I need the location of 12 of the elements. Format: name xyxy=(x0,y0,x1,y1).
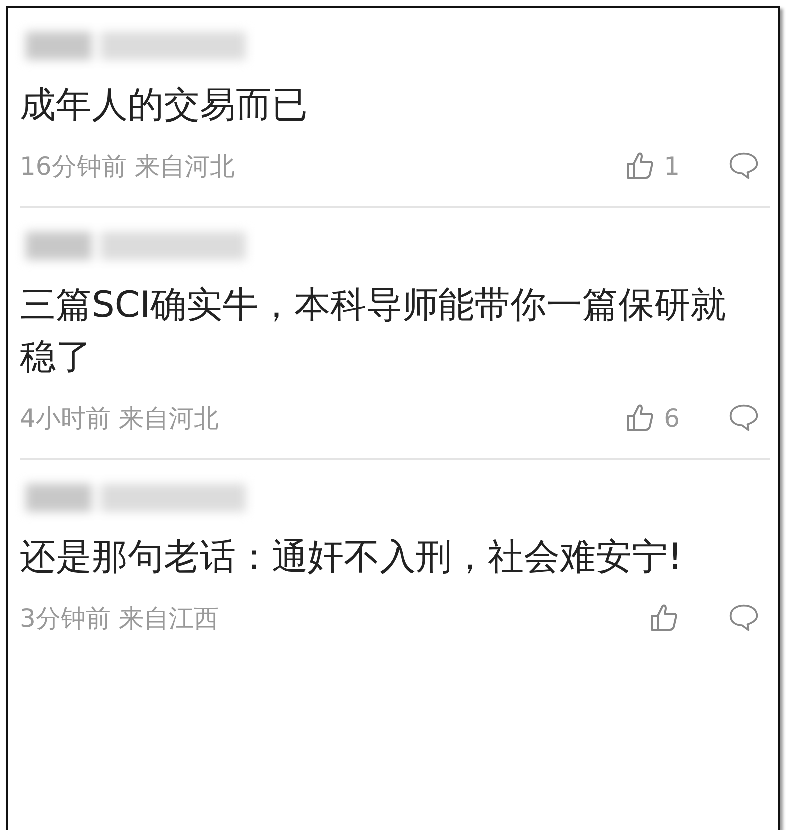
comment-icon[interactable] xyxy=(728,602,760,634)
comment-icon[interactable] xyxy=(728,150,760,182)
like-count: 6 xyxy=(664,404,680,432)
comment-time: 4小时前 来自河北 xyxy=(20,402,219,434)
comment-time: 16分钟前 来自河北 xyxy=(20,150,235,182)
comment-text: 成年人的交易而已 xyxy=(20,84,309,128)
comment-time: 3分钟前 来自江西 xyxy=(20,602,219,634)
comment-text: 还是那句老话：通奸不入刑，社会难安宁! xyxy=(20,536,684,580)
comment-icon[interactable] xyxy=(728,402,760,434)
comment-text: 三篇SCI确实牛，本科导师能带你一篇保研就稳了 xyxy=(20,284,728,380)
thumbs-up-icon[interactable] xyxy=(648,602,680,634)
like-count: 1 xyxy=(664,152,680,180)
